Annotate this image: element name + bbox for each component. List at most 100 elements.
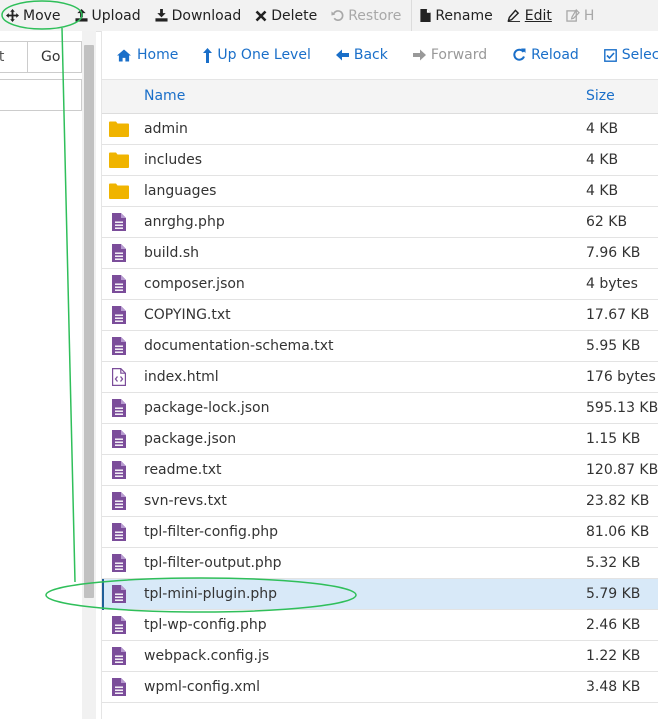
file-icon (109, 647, 129, 665)
edit-button[interactable]: Edit (501, 0, 560, 31)
file-row[interactable]: package.json 1.15 KB (102, 424, 658, 455)
html-editor-icon (566, 9, 580, 22)
file-name: tpl-wp-config.php (144, 617, 267, 633)
file-icon (109, 616, 129, 634)
reload-label: Reload (531, 47, 579, 63)
file-size: 81.06 KB (586, 524, 650, 540)
file-icon (109, 554, 129, 572)
file-row[interactable]: tpl-mini-plugin.php 5.79 KB (102, 579, 658, 610)
file-size: 1.15 KB (586, 431, 641, 447)
file-name: package-lock.json (144, 400, 270, 416)
go-button[interactable]: Go (27, 41, 82, 73)
file-name: index.html (144, 369, 219, 385)
file-size: 4 KB (586, 121, 619, 137)
file-size: 7.96 KB (586, 245, 641, 261)
file-row[interactable]: anrghg.php 62 KB (102, 207, 658, 238)
file-size: 120.87 KB (586, 462, 658, 478)
move-label: Move (23, 7, 61, 24)
file-size: 5.79 KB (586, 586, 641, 602)
file-size: 5.32 KB (586, 555, 641, 571)
file-size: 3.48 KB (586, 679, 641, 695)
file-size: 595.13 KB (586, 400, 658, 416)
file-icon (109, 461, 129, 479)
folder-icon (109, 151, 129, 169)
file-rows: admin 4 KB includes 4 KB languages 4 KB anrghg… (102, 114, 658, 703)
file-icon (109, 244, 129, 262)
forward-button[interactable]: Forward (399, 47, 498, 63)
download-label: Download (171, 7, 242, 24)
file-name: includes (144, 152, 203, 168)
back-button[interactable]: Back (322, 47, 399, 63)
table-header: Name Size (102, 80, 658, 114)
file-size: 5.95 KB (586, 338, 641, 354)
download-button[interactable]: Download (149, 0, 250, 31)
file-toolbar: Move Upload Download Delete Restore Rena… (0, 0, 658, 32)
upload-button[interactable]: Upload (69, 0, 149, 31)
file-row[interactable]: package-lock.json 595.13 KB (102, 393, 658, 424)
folder-icon (109, 182, 129, 200)
up-one-level-button[interactable]: Up One Level (189, 47, 322, 63)
file-name: webpack.config.js (144, 648, 270, 664)
code-file-icon (109, 368, 129, 386)
rename-icon (420, 9, 431, 22)
reload-button[interactable]: Reload (498, 47, 590, 63)
select-all-label: Select All (621, 47, 658, 63)
move-button[interactable]: Move (0, 0, 69, 31)
restore-label: Restore (348, 7, 402, 24)
file-row[interactable]: tpl-filter-config.php 81.06 KB (102, 517, 658, 548)
edit-icon (507, 9, 520, 22)
file-row[interactable]: COPYING.txt 17.67 KB (102, 300, 658, 331)
file-row[interactable]: languages 4 KB (102, 176, 658, 207)
file-icon (109, 585, 129, 603)
directory-tree-box[interactable] (0, 79, 82, 111)
file-row[interactable]: svn-revs.txt 23.82 KB (102, 486, 658, 517)
file-icon (109, 399, 129, 417)
file-row[interactable]: composer.json 4 bytes (102, 269, 658, 300)
file-row[interactable]: admin 4 KB (102, 114, 658, 145)
download-icon (155, 9, 168, 22)
html-editor-button[interactable]: H (560, 0, 603, 31)
file-row[interactable]: includes 4 KB (102, 145, 658, 176)
back-arrow-icon (335, 49, 349, 61)
file-row[interactable]: index.html 176 bytes (102, 362, 658, 393)
size-column-header[interactable]: Size (586, 80, 615, 113)
file-name: COPYING.txt (144, 307, 231, 323)
file-icon (109, 492, 129, 510)
home-icon (117, 48, 131, 62)
name-column-header[interactable]: Name (144, 80, 185, 113)
reload-icon (513, 48, 526, 61)
file-icon (109, 430, 129, 448)
file-name: package.json (144, 431, 237, 447)
file-table: Name Size admin 4 KB includes 4 KB languages… (102, 80, 658, 703)
file-size: 2.46 KB (586, 617, 641, 633)
file-row[interactable]: wpml-config.xml 3.48 KB (102, 672, 658, 703)
html-editor-label: H (583, 7, 595, 24)
select-all-button[interactable]: Select All (590, 47, 658, 63)
rename-label: Rename (435, 7, 493, 24)
home-button[interactable]: Home (102, 47, 189, 63)
delete-button[interactable]: Delete (249, 0, 325, 31)
file-name: anrghg.php (144, 214, 225, 230)
file-size: 17.67 KB (586, 307, 650, 323)
delete-icon (255, 10, 267, 21)
checkbox-icon (603, 48, 617, 62)
file-row[interactable]: tpl-filter-output.php 5.32 KB (102, 548, 658, 579)
file-row[interactable]: build.sh 7.96 KB (102, 238, 658, 269)
file-name: tpl-filter-output.php (144, 555, 282, 571)
left-scrollbar-thumb[interactable] (84, 45, 94, 598)
rename-button[interactable]: Rename (414, 0, 500, 31)
file-size: 1.22 KB (586, 648, 641, 664)
file-row[interactable]: readme.txt 120.87 KB (102, 455, 658, 486)
file-name: wpml-config.xml (144, 679, 261, 695)
file-name: build.sh (144, 245, 200, 261)
restore-icon (331, 10, 344, 21)
file-row[interactable]: tpl-wp-config.php 2.46 KB (102, 610, 658, 641)
file-row[interactable]: documentation-schema.txt 5.95 KB (102, 331, 658, 362)
file-row[interactable]: webpack.config.js 1.22 KB (102, 641, 658, 672)
up-arrow-icon (203, 47, 213, 63)
forward-arrow-icon (412, 49, 426, 61)
upload-icon (75, 9, 88, 22)
restore-button[interactable]: Restore (325, 0, 409, 31)
path-input[interactable]: nt (0, 41, 28, 73)
move-icon (6, 9, 19, 22)
